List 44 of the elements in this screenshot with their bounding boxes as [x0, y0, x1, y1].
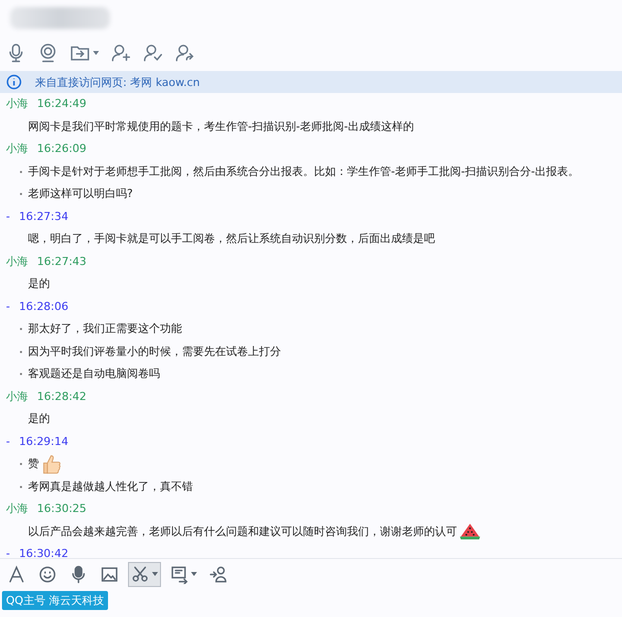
message-text: 是的 — [28, 276, 50, 292]
message-text: 考网真是越做越人性化了，真不错 — [28, 478, 193, 494]
message-text: 手阅卡是针对于老师想手工批阅，然后由系统合分出报表。比如：学生作管-老师手工批阅-扫描识别合分-出报表。 — [28, 164, 579, 180]
message-text: 网阅卡是我们平时常规使用的题卡，考生作管-扫描识别-老师批阅-出成绩这样的 — [28, 118, 414, 134]
caret-icon[interactable] — [93, 51, 99, 55]
scissors-icon[interactable] — [131, 564, 150, 584]
add-person-icon[interactable] — [111, 43, 131, 63]
person-check-icon[interactable] — [143, 43, 163, 63]
sender-name: - — [6, 546, 10, 558]
message-time: 16:28:42 — [37, 388, 86, 404]
sender-name: 小海 — [6, 501, 28, 517]
message-text: 那太好了，我们正需要这个功能 — [28, 321, 182, 337]
thumbs-up-icon — [41, 453, 63, 476]
sender-name: 小海 — [6, 96, 28, 112]
toolbar-button[interactable] — [128, 562, 161, 586]
sender-name: 小海 — [6, 388, 28, 404]
screen-icon[interactable] — [170, 564, 189, 584]
message-time: 16:28:06 — [18, 298, 68, 314]
sender-name: 小海 — [6, 254, 28, 270]
message-text: 赞 — [28, 456, 39, 472]
message-text: 嗯，明白了，手阅卡就是可以手工阅卷，然后让系统自动识别分数，后面出成绩是吧 — [28, 231, 435, 247]
sender-name: - — [6, 298, 10, 314]
message-text: 是的 — [28, 411, 50, 427]
message-text: 客观题还是自动电脑阅卷吗 — [28, 366, 160, 382]
webcam-icon[interactable] — [38, 43, 58, 63]
caret-icon[interactable] — [152, 572, 158, 576]
message-text: 老师这样可以明白吗? — [28, 186, 133, 202]
message-time: 16:30:25 — [37, 501, 86, 517]
message-text: 因为平时我们评卷量小的时候，需要先在试卷上打分 — [28, 344, 281, 360]
message-time: 16:29:14 — [18, 434, 68, 450]
message-time: 16:27:43 — [37, 254, 86, 270]
message-time: 16:24:49 — [37, 96, 86, 112]
message-time: 16:27:34 — [18, 208, 68, 224]
message-time: 16:30:42 — [18, 546, 68, 558]
person-arrow-icon[interactable] — [175, 43, 195, 63]
message-text: 以后产品会越来越完善，老师以后有什么问题和建议可以随时咨询我们，谢谢老师的认可 — [28, 524, 457, 540]
sender-name: 小海 — [6, 141, 28, 157]
sender-name: - — [6, 208, 10, 224]
sender-name: - — [6, 434, 10, 450]
caret-icon[interactable] — [191, 572, 197, 576]
message-time: 16:26:09 — [37, 141, 86, 157]
account-badge[interactable]: QQ主号 海云天科技 — [2, 591, 108, 610]
banner-text: 来自直接访问网页: 考网 kaow.cn — [35, 74, 200, 90]
info-icon — [6, 74, 22, 90]
